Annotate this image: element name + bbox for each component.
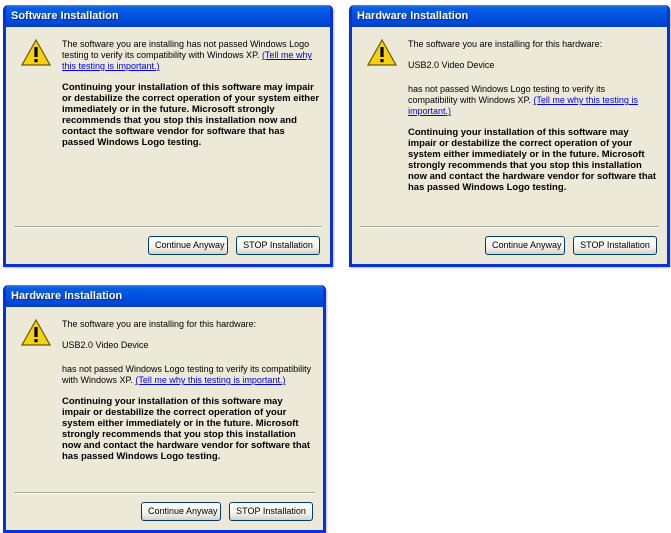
device-name: USB2.0 Video Device — [408, 60, 495, 70]
software-installation-dialog: Software Installation The software you a… — [3, 5, 333, 267]
warning-text: Continuing your installation of this sof… — [62, 396, 311, 462]
separator — [14, 226, 322, 228]
warning-icon — [21, 39, 51, 66]
warning-text: Continuing your installation of this sof… — [408, 127, 657, 193]
dialog-title: Hardware Installation — [6, 285, 323, 307]
continue-anyway-button[interactable]: Continue Anyway — [148, 236, 228, 255]
stop-installation-button[interactable]: STOP Installation — [236, 236, 320, 255]
intro-text: The software you are installing for this… — [62, 319, 257, 329]
warning-icon — [21, 319, 51, 346]
warning-text: Continuing your installation of this sof… — [62, 82, 320, 148]
warning-icon — [367, 39, 397, 66]
hardware-installation-dialog-2: Hardware Installation The software you a… — [3, 285, 326, 533]
testing-info-link[interactable]: (Tell me why this testing is important.) — [135, 375, 285, 385]
continue-anyway-button[interactable]: Continue Anyway — [141, 502, 221, 521]
stop-installation-button[interactable]: STOP Installation — [573, 236, 657, 255]
dialog-title: Software Installation — [6, 5, 330, 27]
separator — [14, 492, 315, 494]
separator — [360, 226, 659, 228]
stop-installation-button[interactable]: STOP Installation — [229, 502, 313, 521]
dialog-title: Hardware Installation — [352, 5, 667, 27]
continue-anyway-button[interactable]: Continue Anyway — [485, 236, 565, 255]
intro-text: The software you are installing for this… — [408, 39, 603, 49]
hardware-installation-dialog: Hardware Installation The software you a… — [349, 5, 670, 267]
device-name: USB2.0 Video Device — [62, 340, 149, 350]
